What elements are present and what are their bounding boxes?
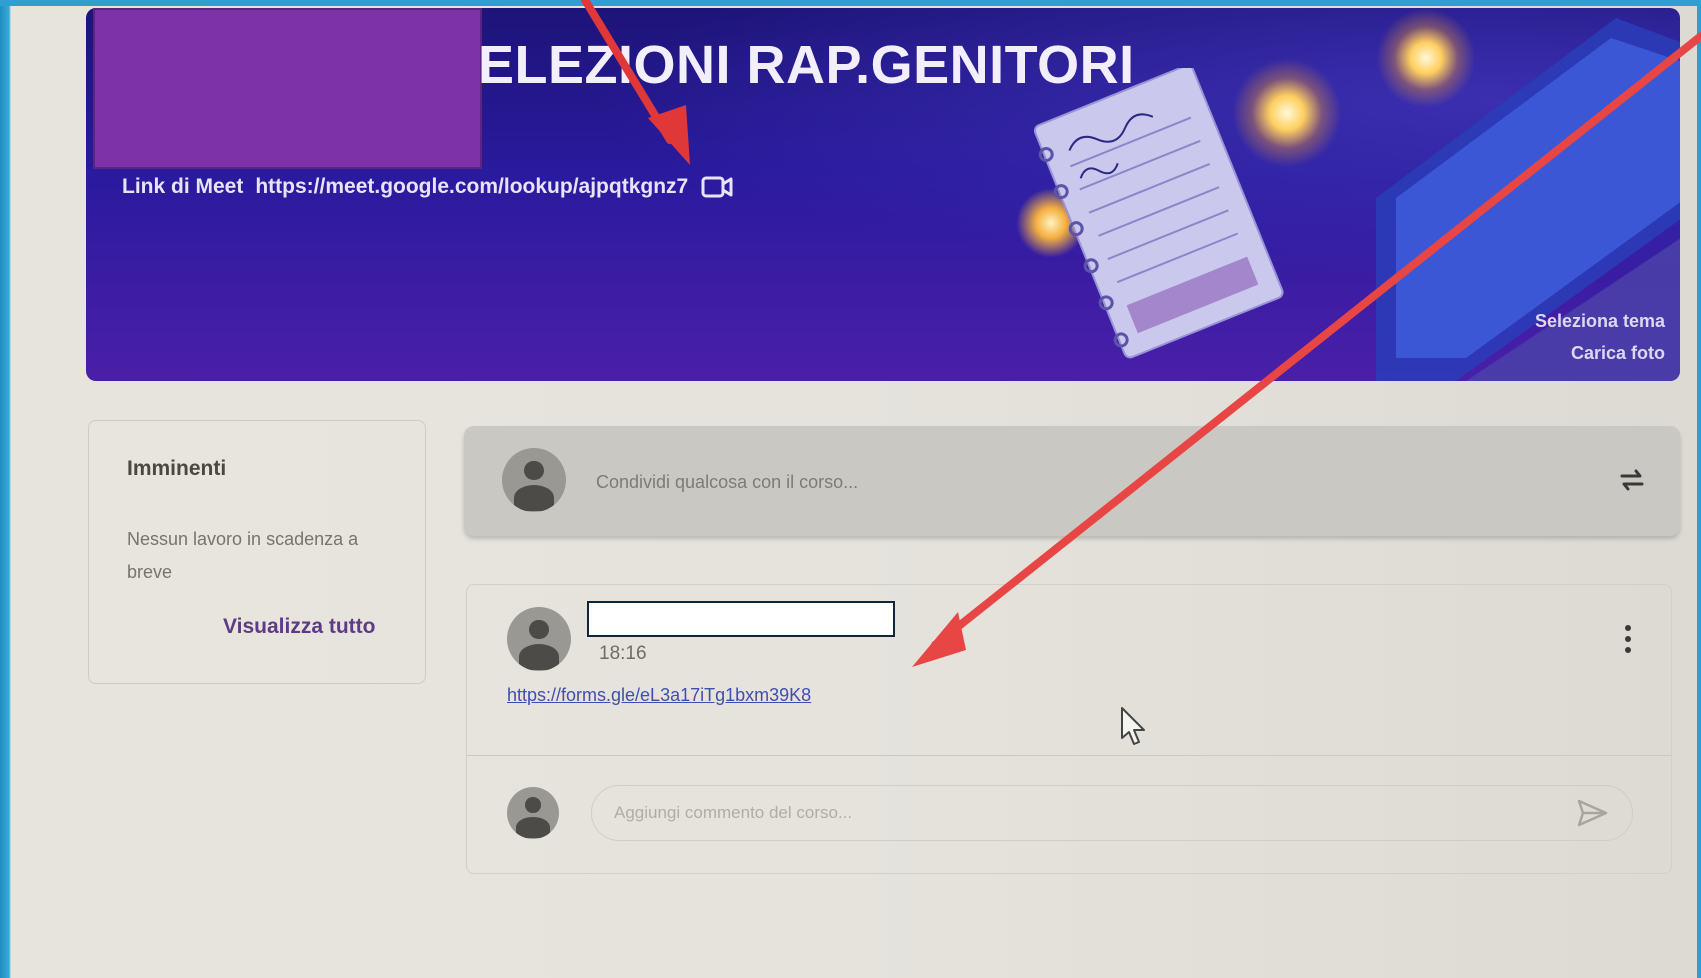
notebook-illustration: [1033, 68, 1284, 359]
post-link[interactable]: https://forms.gle/eL3a17iTg1bxm39K8: [507, 685, 811, 706]
upcoming-empty-text: Nessun lavoro in scadenza a breve: [127, 529, 359, 582]
avatar-icon: [502, 448, 566, 512]
send-icon[interactable]: [1576, 798, 1608, 828]
avatar-icon: [507, 787, 559, 839]
redaction-box: [93, 8, 482, 169]
upcoming-title: Imminenti: [127, 457, 227, 480]
mouse-cursor-icon: [1121, 707, 1145, 745]
share-placeholder[interactable]: Condividi qualcosa con il corso...: [596, 472, 858, 493]
post-time: 18:16: [599, 643, 647, 664]
author-name-redaction: [587, 601, 895, 637]
upcoming-card: Imminenti Nessun lavoro in scadenza a br…: [88, 420, 426, 684]
meet-link-row: Link di Meet https://meet.google.com/loo…: [122, 174, 734, 200]
banner-actions: Seleziona tema Carica foto: [1535, 305, 1665, 369]
meet-label: Link di Meet: [122, 175, 244, 198]
more-vert-icon[interactable]: [1623, 623, 1633, 655]
select-theme-button[interactable]: Seleziona tema: [1535, 305, 1665, 337]
stream-post: 18:16 https://forms.gle/eL3a17iTg1bxm39K…: [466, 584, 1672, 874]
comment-field[interactable]: [591, 785, 1633, 841]
meet-link[interactable]: https://meet.google.com/lookup/ajpqtkgnz…: [255, 175, 688, 199]
comment-input[interactable]: [612, 800, 1496, 826]
upload-photo-button[interactable]: Carica foto: [1535, 337, 1665, 369]
screen-frame-top: [0, 0, 1701, 6]
view-all-link[interactable]: Visualizza tutto: [223, 615, 375, 639]
screen-frame-right: [1697, 0, 1701, 978]
post-divider: [467, 755, 1671, 756]
video-camera-icon[interactable]: [700, 174, 734, 200]
share-box[interactable]: Condividi qualcosa con il corso...: [464, 426, 1680, 536]
course-title: ELEZIONI RAP.GENITORI: [478, 35, 1135, 95]
avatar-icon: [507, 607, 571, 671]
repost-icon[interactable]: [1616, 464, 1648, 496]
